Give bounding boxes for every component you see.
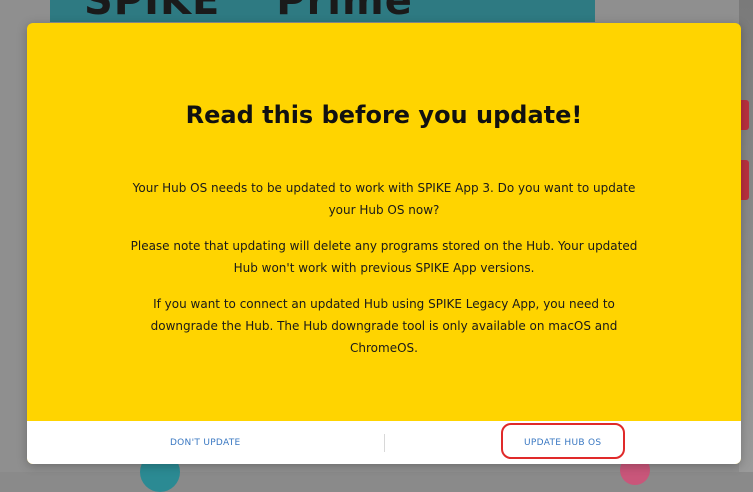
- dialog-paragraph-delete-warning: Please note that updating will delete an…: [130, 239, 638, 275]
- update-hub-os-button-container[interactable]: UPDATE HUB OS: [385, 422, 742, 459]
- background-right-strip: [739, 0, 753, 472]
- dont-update-button[interactable]: DON'T UPDATE: [27, 438, 384, 448]
- update-warning-dialog: Read this before you update! Your Hub OS…: [27, 23, 741, 464]
- dialog-paragraph-update-prompt: Your Hub OS needs to be updated to work …: [132, 181, 636, 217]
- dialog-body: Your Hub OS needs to be updated to work …: [127, 177, 641, 373]
- dialog-footer: DON'T UPDATE UPDATE HUB OS: [27, 421, 741, 464]
- background-banner-title: SPIKE™ Prime: [84, 0, 413, 22]
- background-banner: SPIKE™ Prime: [50, 0, 595, 22]
- highlight-ring: [500, 422, 625, 459]
- dialog-paragraph-downgrade-info: If you want to connect an updated Hub us…: [150, 297, 618, 355]
- dialog-title: Read this before you update!: [185, 101, 583, 129]
